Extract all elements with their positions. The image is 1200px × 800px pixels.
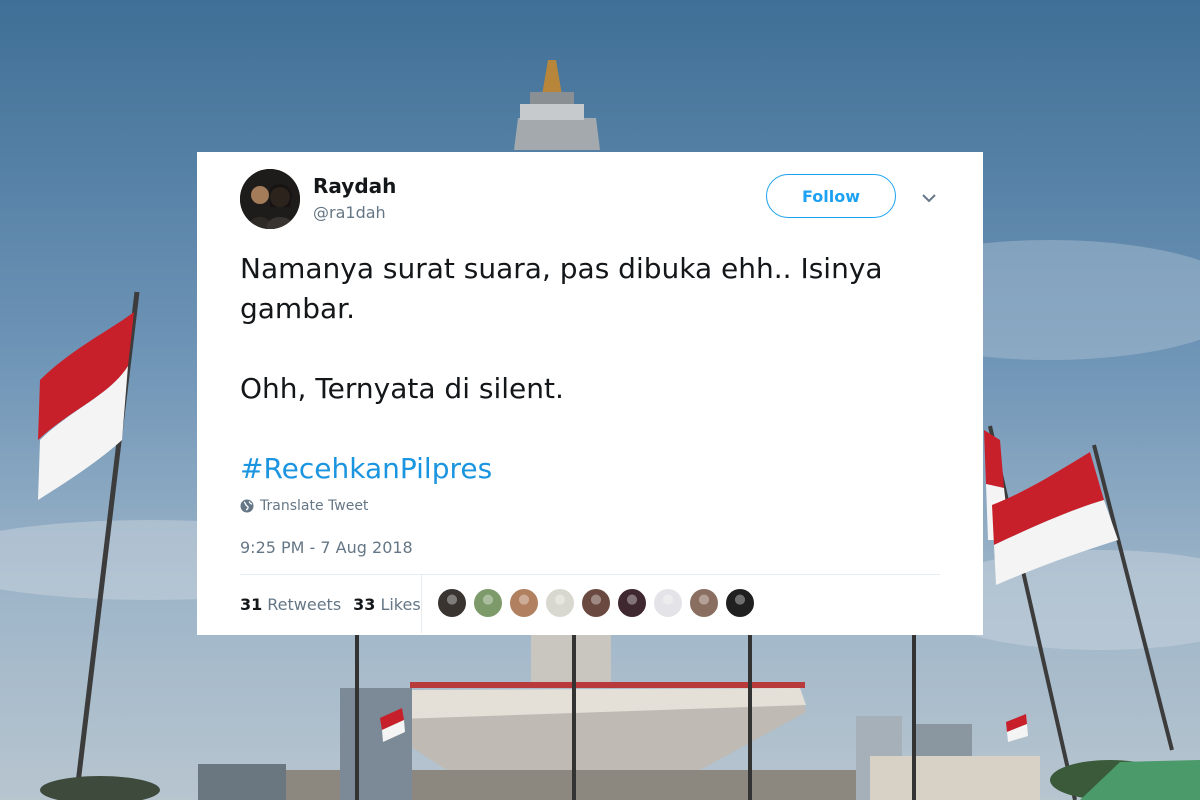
retweets-label: Retweets — [267, 595, 342, 614]
liker-avatar[interactable] — [509, 588, 539, 618]
hashtag-link[interactable]: #RecehkanPilpres — [240, 449, 940, 489]
tweet-text-line: Namanya surat suara, pas dibuka ehh.. Is… — [240, 252, 883, 325]
author-handle[interactable]: @ra1dah — [313, 203, 386, 222]
liker-avatar[interactable] — [581, 588, 611, 618]
liker-avatar[interactable] — [725, 588, 755, 618]
tweet-text-line: Ohh, Ternyata di silent. — [240, 372, 564, 405]
likes-label: Likes — [380, 595, 421, 614]
divider — [421, 575, 422, 633]
tweet-timestamp[interactable]: 9:25 PM - 7 Aug 2018 — [240, 538, 413, 557]
translate-tweet-link[interactable]: Translate Tweet — [240, 498, 368, 514]
liker-avatar[interactable] — [473, 588, 503, 618]
liker-avatars — [437, 588, 755, 618]
divider — [240, 574, 940, 575]
liker-avatar[interactable] — [545, 588, 575, 618]
liker-avatar[interactable] — [617, 588, 647, 618]
author-avatar[interactable] — [240, 169, 300, 229]
liker-avatar[interactable] — [689, 588, 719, 618]
tweet-stats: 31 Retweets 33 Likes — [240, 595, 421, 614]
likes-stat[interactable]: 33 Likes — [353, 595, 421, 614]
tweet-card: Raydah @ra1dah Follow Namanya surat suar… — [197, 152, 983, 635]
avatar-photo — [240, 169, 300, 229]
follow-button[interactable]: Follow — [766, 174, 896, 218]
liker-avatar[interactable] — [653, 588, 683, 618]
chevron-down-icon[interactable] — [919, 190, 939, 204]
globe-icon — [240, 499, 254, 513]
liker-avatar[interactable] — [437, 588, 467, 618]
retweets-count: 31 — [240, 595, 263, 614]
tweet-text: Namanya surat suara, pas dibuka ehh.. Is… — [240, 249, 940, 489]
translate-label: Translate Tweet — [260, 498, 369, 514]
likes-count: 33 — [353, 595, 376, 614]
retweets-stat[interactable]: 31 Retweets — [240, 595, 341, 614]
author-name[interactable]: Raydah — [313, 174, 396, 198]
